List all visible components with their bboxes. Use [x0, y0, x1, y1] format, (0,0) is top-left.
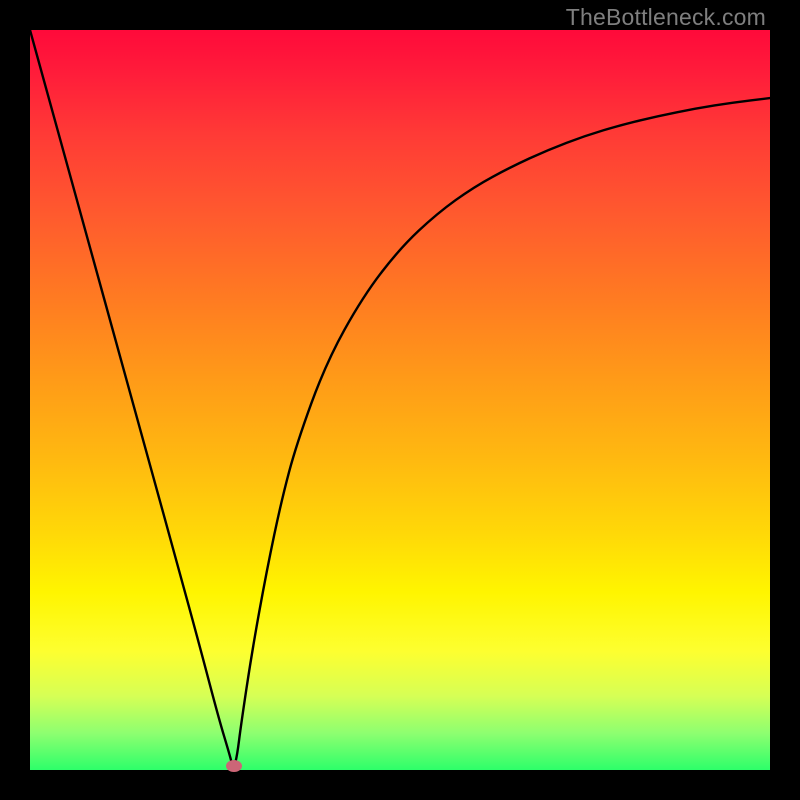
curve-layer [30, 30, 770, 770]
minimum-marker [226, 760, 242, 772]
bottleneck-curve [30, 30, 770, 766]
plot-area [30, 30, 770, 770]
watermark-text: TheBottleneck.com [566, 4, 766, 31]
chart-frame: TheBottleneck.com [0, 0, 800, 800]
